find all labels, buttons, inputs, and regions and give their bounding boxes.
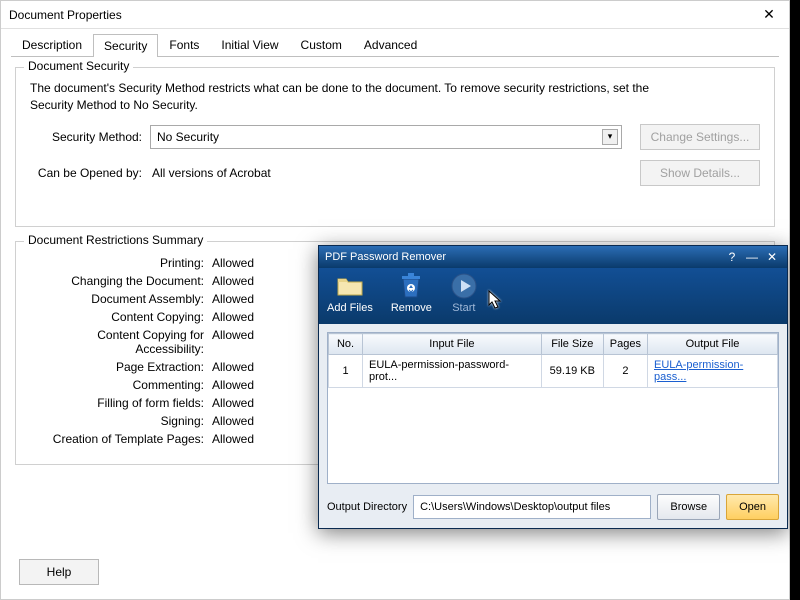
restriction-value: Allowed bbox=[212, 378, 254, 392]
output-dir-label: Output Directory bbox=[327, 501, 407, 513]
remove-label: Remove bbox=[391, 302, 432, 314]
file-table: No. Input File File Size Pages Output Fi… bbox=[327, 332, 779, 484]
restriction-value: Allowed bbox=[212, 292, 254, 306]
start-button[interactable]: Start bbox=[450, 272, 478, 320]
restriction-label: Content Copying for Accessibility: bbox=[30, 328, 212, 356]
doc-security-legend: Document Security bbox=[24, 59, 133, 73]
cell-size: 59.19 KB bbox=[541, 355, 603, 388]
ppr-titlebar[interactable]: PDF Password Remover ? — ✕ bbox=[319, 246, 787, 268]
restriction-label: Creation of Template Pages: bbox=[30, 432, 212, 446]
output-dir-input[interactable] bbox=[413, 495, 651, 519]
ppr-toolbar: Add Files Remove Start bbox=[319, 268, 787, 324]
restriction-value: Allowed bbox=[212, 274, 254, 288]
col-size[interactable]: File Size bbox=[541, 334, 603, 355]
remove-button[interactable]: Remove bbox=[391, 272, 432, 320]
restriction-value: Allowed bbox=[212, 328, 254, 356]
restriction-value: Allowed bbox=[212, 396, 254, 410]
pdf-password-remover-window: PDF Password Remover ? — ✕ Add Files Rem… bbox=[318, 245, 788, 529]
security-method-select[interactable]: No Security ▾ bbox=[150, 125, 622, 149]
browse-button[interactable]: Browse bbox=[657, 494, 720, 520]
change-settings-button[interactable]: Change Settings... bbox=[640, 124, 760, 150]
security-method-label: Security Method: bbox=[30, 130, 150, 144]
restriction-label: Commenting: bbox=[30, 378, 212, 392]
cell-no: 1 bbox=[329, 355, 363, 388]
cell-pages: 2 bbox=[603, 355, 647, 388]
table-row[interactable]: 1EULA-permission-password-prot...59.19 K… bbox=[329, 355, 778, 388]
ppr-content: No. Input File File Size Pages Output Fi… bbox=[319, 324, 787, 528]
add-files-label: Add Files bbox=[327, 302, 373, 314]
restriction-label: Page Extraction: bbox=[30, 360, 212, 374]
ppr-title: PDF Password Remover bbox=[325, 251, 721, 263]
close-icon[interactable]: ✕ bbox=[757, 3, 781, 27]
restriction-label: Content Copying: bbox=[30, 310, 212, 324]
show-details-button[interactable]: Show Details... bbox=[640, 160, 760, 186]
cell-input: EULA-permission-password-prot... bbox=[363, 355, 542, 388]
play-icon bbox=[450, 272, 478, 300]
tab-security[interactable]: Security bbox=[93, 34, 158, 57]
tab-custom[interactable]: Custom bbox=[290, 33, 353, 56]
help-button[interactable]: Help bbox=[19, 559, 99, 585]
folder-icon bbox=[336, 272, 364, 300]
restriction-value: Allowed bbox=[212, 414, 254, 428]
dp-titlebar[interactable]: Document Properties ✕ bbox=[1, 1, 789, 29]
restriction-label: Filling of form fields: bbox=[30, 396, 212, 410]
tab-description[interactable]: Description bbox=[11, 33, 93, 56]
restriction-label: Signing: bbox=[30, 414, 212, 428]
cell-output[interactable]: EULA-permission-pass... bbox=[648, 355, 778, 388]
col-input[interactable]: Input File bbox=[363, 334, 542, 355]
chevron-down-icon: ▾ bbox=[602, 129, 618, 145]
restriction-value: Allowed bbox=[212, 432, 254, 446]
add-files-button[interactable]: Add Files bbox=[327, 272, 373, 320]
close-icon[interactable]: ✕ bbox=[763, 248, 781, 266]
tab-fonts[interactable]: Fonts bbox=[158, 33, 210, 56]
dp-tabs: Description Security Fonts Initial View … bbox=[1, 29, 789, 56]
open-button[interactable]: Open bbox=[726, 494, 779, 520]
start-label: Start bbox=[452, 302, 475, 314]
tab-advanced[interactable]: Advanced bbox=[353, 33, 428, 56]
restriction-label: Changing the Document: bbox=[30, 274, 212, 288]
col-no[interactable]: No. bbox=[329, 334, 363, 355]
restriction-label: Document Assembly: bbox=[30, 292, 212, 306]
opened-by-value: All versions of Acrobat bbox=[150, 166, 622, 180]
restrictions-legend: Document Restrictions Summary bbox=[24, 233, 207, 247]
col-output[interactable]: Output File bbox=[648, 334, 778, 355]
tab-initial-view[interactable]: Initial View bbox=[210, 33, 289, 56]
security-method-value: No Security bbox=[157, 130, 219, 144]
restriction-value: Allowed bbox=[212, 360, 254, 374]
col-pages[interactable]: Pages bbox=[603, 334, 647, 355]
trash-icon bbox=[397, 272, 425, 300]
opened-by-label: Can be Opened by: bbox=[30, 166, 150, 180]
restriction-label: Printing: bbox=[30, 256, 212, 270]
minimize-icon[interactable]: — bbox=[743, 248, 761, 266]
restriction-value: Allowed bbox=[212, 310, 254, 324]
security-description: The document's Security Method restricts… bbox=[30, 80, 760, 114]
restriction-value: Allowed bbox=[212, 256, 254, 270]
dp-title: Document Properties bbox=[9, 8, 757, 22]
help-icon[interactable]: ? bbox=[723, 248, 741, 266]
